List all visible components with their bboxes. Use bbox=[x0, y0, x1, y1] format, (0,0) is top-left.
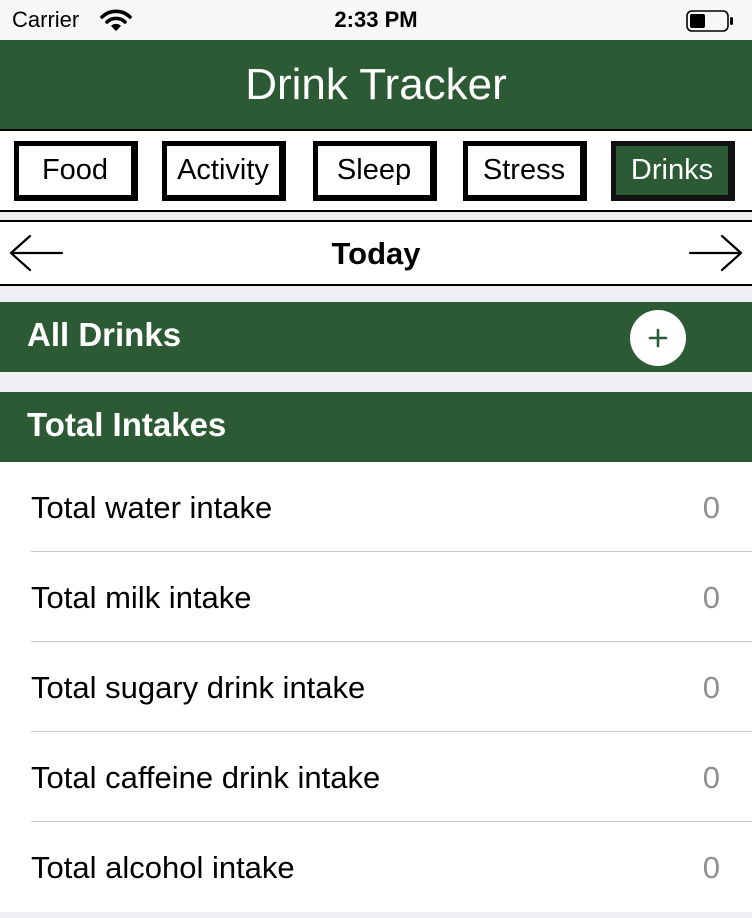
tab-label: Drinks bbox=[630, 154, 714, 186]
tab-label: Stress bbox=[482, 154, 566, 186]
tab-drinks[interactable]: Drinks bbox=[611, 141, 735, 201]
list-item[interactable]: Total alcohol intake 0 bbox=[0, 822, 752, 912]
section-title: Total Intakes bbox=[27, 406, 227, 443]
intake-value: 0 bbox=[702, 490, 720, 525]
category-tabs: Food Activity Sleep Stress Drinks bbox=[0, 129, 752, 212]
page-title: Drink Tracker bbox=[245, 60, 507, 109]
tab-activity[interactable]: Activity bbox=[162, 141, 286, 201]
intake-label: Total water intake bbox=[31, 490, 273, 525]
navigation-bar: Drink Tracker bbox=[0, 40, 752, 130]
tab-label: Activity bbox=[177, 154, 269, 186]
intake-value: 0 bbox=[702, 760, 720, 795]
date-label: Today bbox=[331, 236, 421, 271]
list-item[interactable]: Total sugary drink intake 0 bbox=[0, 642, 752, 732]
total-intakes-header: Total Intakes bbox=[0, 392, 752, 462]
battery-icon bbox=[686, 10, 733, 32]
all-drinks-header: All Drinks bbox=[0, 302, 752, 372]
intake-value: 0 bbox=[702, 580, 720, 615]
intake-list: Total water intake 0 Total milk intake 0… bbox=[0, 462, 752, 912]
tab-food[interactable]: Food bbox=[14, 141, 138, 201]
intake-label: Total milk intake bbox=[31, 580, 252, 615]
intake-value: 0 bbox=[702, 850, 720, 885]
list-item[interactable]: Total water intake 0 bbox=[0, 462, 752, 552]
plus-icon bbox=[648, 328, 668, 348]
list-item[interactable]: Total caffeine drink intake 0 bbox=[0, 732, 752, 822]
status-bar: Carrier 2:33 PM bbox=[0, 0, 752, 40]
list-item[interactable]: Total milk intake 0 bbox=[0, 552, 752, 642]
section-title: All Drinks bbox=[27, 316, 182, 353]
add-drink-button[interactable] bbox=[630, 310, 686, 366]
tab-stress[interactable]: Stress bbox=[463, 141, 587, 201]
tab-label: Sleep bbox=[336, 154, 412, 186]
date-navigator: Today bbox=[0, 220, 752, 286]
status-time: 2:33 PM bbox=[334, 7, 418, 32]
intake-label: Total alcohol intake bbox=[31, 850, 295, 885]
intake-value: 0 bbox=[702, 670, 720, 705]
arrow-right-icon[interactable] bbox=[686, 230, 746, 276]
tab-sleep[interactable]: Sleep bbox=[313, 141, 437, 201]
drink-tracker-screen: Carrier 2:33 PM Drink Tracker Food Activ… bbox=[0, 0, 752, 918]
tab-label: Food bbox=[41, 154, 109, 186]
intake-label: Total caffeine drink intake bbox=[31, 760, 381, 795]
intake-label: Total sugary drink intake bbox=[31, 670, 366, 705]
